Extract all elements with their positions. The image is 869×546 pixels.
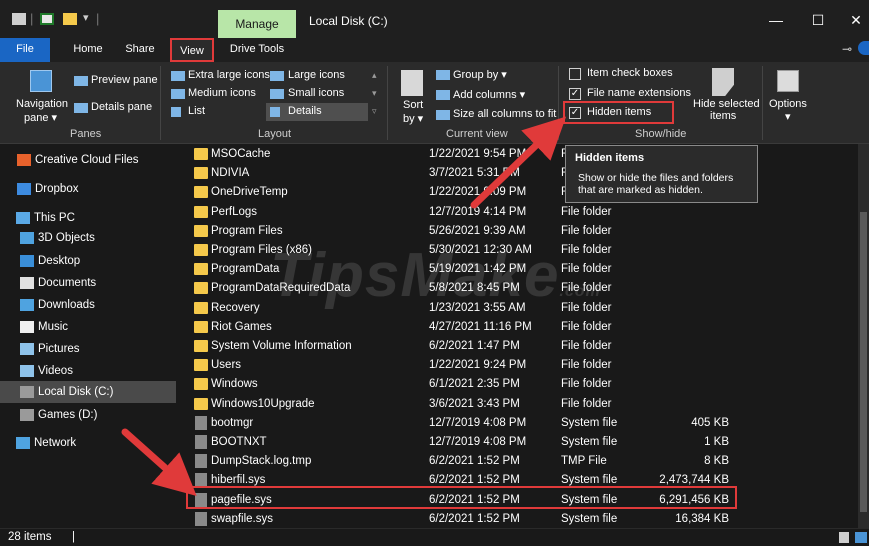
arrow-to-pagefile [121,428,197,496]
details-view-icon[interactable] [839,532,849,543]
item-count: 28 items [8,531,52,543]
arrow-to-hidden-items [470,116,567,209]
large-icons-view-icon[interactable] [855,532,867,543]
status-separator: | [72,531,75,543]
status-bar [0,528,869,546]
annotation-arrows [121,116,567,496]
